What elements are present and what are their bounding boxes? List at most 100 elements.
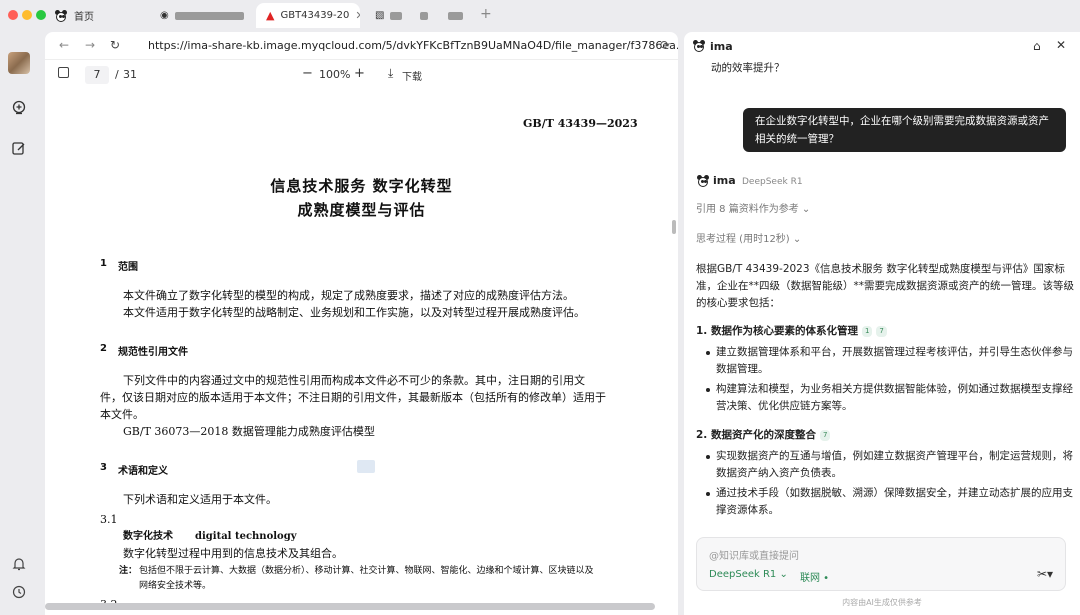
window-close-button[interactable] xyxy=(8,10,18,20)
redacted-tab-title xyxy=(447,11,464,20)
zoom-out-button[interactable]: − xyxy=(302,66,313,81)
note-label: 注： xyxy=(119,566,138,576)
body-text: 件，仅该日期对应的版本适用于本文件；不注日期的引用文件，其最新版本（包括所有的修… xyxy=(100,391,606,404)
model-select[interactable]: DeepSeek R1 ⌄ xyxy=(709,569,788,580)
panda-logo-icon xyxy=(696,175,710,187)
term-number: 3.1 xyxy=(100,513,118,526)
redacted-tab-title xyxy=(390,11,402,20)
edit-note-icon[interactable] xyxy=(9,138,29,158)
answer-heading-2: 2. 数据资产化的深度整合 7 xyxy=(696,426,831,444)
bullet-dot xyxy=(706,388,710,392)
bullet-text: 数据管理。 xyxy=(716,363,769,375)
bullet-text: 建立数据管理体系和平台，开展数据管理过程考核评估，并引导生态伙伴参与 xyxy=(716,346,1073,358)
pdf-toolbar: 7 / 31 − 100% + ⤓ 下载 xyxy=(45,60,678,90)
add-knowledge-icon[interactable] xyxy=(9,98,29,118)
download-icon[interactable]: ⤓ xyxy=(388,66,393,81)
bullet-dot xyxy=(706,492,710,496)
ai-chat-panel: ima ⌂ ✕ 动的效率提升？ 在企业数字化转型中，企业在哪个级别需要完成数据资… xyxy=(684,32,1080,615)
close-icon[interactable]: ✕ xyxy=(1056,38,1066,52)
tab-blurred-1[interactable]: ◉ xyxy=(150,3,254,28)
section-2-title: 规范性引用文件 xyxy=(118,347,188,358)
chat-header: ima ⌂ ✕ xyxy=(684,32,1080,60)
chevron-down-icon: ⌄ xyxy=(792,234,802,245)
knowledge-base-icon[interactable]: ⌂ xyxy=(1033,39,1041,53)
tab-blurred-2[interactable]: ▧ xyxy=(365,3,473,28)
history-clock-icon[interactable] xyxy=(9,582,29,602)
section-3-title: 术语和定义 xyxy=(118,466,168,477)
browser-tab-bar: 首页 ◉ ▲ GBT43439-20 ✕ ▧ + xyxy=(0,0,1080,30)
previous-message-tail: 动的效率提升？ xyxy=(711,62,785,74)
thinking-label: 思考过程 (用时12秒) xyxy=(696,234,790,245)
tab-pdf-document[interactable]: ▲ GBT43439-20 ✕ xyxy=(256,3,360,28)
page-number-input[interactable]: 7 xyxy=(85,66,109,84)
reload-icon[interactable]: ↻ xyxy=(110,38,120,52)
address-bar: ← → ↻ https://ima-share-kb.image.myqclou… xyxy=(45,32,678,60)
chevron-down-icon: ⌄ xyxy=(779,569,788,580)
section-1-number: 1 xyxy=(100,258,107,269)
network-label: 联网 xyxy=(800,573,820,584)
answer-heading-1: 1. 数据作为核心要素的体系化管理 1 7 xyxy=(696,322,887,340)
dot-icon: • xyxy=(820,573,830,584)
references-toggle[interactable]: 引用 8 篇资料作为参考 ⌄ xyxy=(696,200,810,215)
heading-text: 2. 数据资产化的深度整合 xyxy=(696,429,816,441)
tab-label: 首页 xyxy=(74,12,94,23)
horizontal-scrollbar[interactable] xyxy=(45,603,655,610)
zoom-in-button[interactable]: + xyxy=(354,66,365,81)
panda-logo-icon xyxy=(692,40,706,52)
back-arrow-icon[interactable]: ← xyxy=(59,38,69,52)
avatar[interactable] xyxy=(8,52,30,74)
redacted-tab-title xyxy=(419,11,428,20)
tab-label: GBT43439-20 xyxy=(280,10,350,21)
chat-input-box[interactable]: @知识库或直接提问 DeepSeek R1 ⌄ 联网 • ✂▾ xyxy=(696,537,1066,591)
bullet-dot xyxy=(706,455,710,459)
body-text: 本文件适用于数字化转型的战略制定、业务规划和工作实施，以及对转型过程开展成熟度评… xyxy=(123,306,585,319)
section-2-number: 2 xyxy=(100,343,107,354)
note-text: 网络安全技术等。 xyxy=(139,581,212,591)
refresh-extension-icon[interactable]: ⟳ xyxy=(660,38,670,52)
location-pin-icon: ◉ xyxy=(160,10,169,21)
heading-text: 1. 数据作为核心要素的体系化管理 xyxy=(696,325,858,337)
page-total: 31 xyxy=(123,68,137,81)
answer-text: 根据GB/T 43439-2023《信息技术服务 数字化转型成熟度模型与评估》国… xyxy=(696,263,1065,275)
body-text: 本文件。 xyxy=(100,408,144,421)
body-text: 下列文件中的内容通过文中的规范性引用而构成本文件必不可少的条款。其中，注日期的引… xyxy=(123,374,585,387)
citation-badge[interactable]: 1 xyxy=(861,325,873,337)
notification-bell-icon[interactable] xyxy=(9,554,29,574)
term-cn: 数字化技术 xyxy=(123,531,173,542)
pdf-icon: ▲ xyxy=(266,9,275,22)
citation-badge[interactable]: 7 xyxy=(876,325,887,337)
url-text[interactable]: https://ima-share-kb.image.myqcloud.com/… xyxy=(148,39,678,52)
vertical-scrollbar[interactable] xyxy=(672,220,676,234)
close-icon[interactable]: ✕ xyxy=(355,9,360,22)
watermark-icon xyxy=(357,460,375,473)
answer-text: 的核心要求包括： xyxy=(696,297,780,309)
model-select-label: DeepSeek R1 xyxy=(709,569,777,580)
page-separator: / xyxy=(115,68,119,81)
sidebar-toggle-icon[interactable] xyxy=(58,67,69,78)
tab-home[interactable]: 首页 xyxy=(44,3,144,28)
pdf-page: GB/T 43439—2023 信息技术服务 数字化转型 成熟度模型与评估 1 … xyxy=(45,90,678,615)
term-en: digital technology xyxy=(195,531,297,542)
thinking-toggle[interactable]: 思考过程 (用时12秒) ⌄ xyxy=(696,230,801,245)
reply-brand: ima xyxy=(713,174,736,187)
zoom-level[interactable]: 100% xyxy=(319,68,350,81)
section-3-number: 3 xyxy=(100,462,107,473)
bullet-text: 实现数据资产的互通与增值，例如建立数据资产管理平台，制定运营规则，将 xyxy=(716,450,1073,462)
network-toggle[interactable]: 联网 • xyxy=(800,569,829,584)
new-tab-button[interactable]: + xyxy=(480,6,492,22)
scissors-icon[interactable]: ✂▾ xyxy=(1037,567,1053,581)
forward-arrow-icon[interactable]: → xyxy=(85,38,95,52)
page-title: 信息技术服务 数字化转型 xyxy=(270,177,453,195)
bullet-dot xyxy=(706,351,710,355)
window-minimize-button[interactable] xyxy=(22,10,32,20)
user-question-text: 在企业数字化转型中，企业在哪个级别需要完成数据资源或资产相关的统一管理？ xyxy=(755,115,1049,145)
citation-badge[interactable]: 7 xyxy=(819,429,831,441)
normative-reference: GB/T 36073—2018 数据管理能力成熟度评估模型 xyxy=(123,425,375,438)
standard-code: GB/T 43439—2023 xyxy=(523,117,638,130)
chat-input-placeholder[interactable]: @知识库或直接提问 xyxy=(709,547,799,562)
download-button[interactable]: 下载 xyxy=(402,68,422,83)
answer-text: 准，企业在**四级（数据智能级）**需要完成数据资源或资产的统一管理。该等级 xyxy=(696,280,1074,292)
body-text: 本文件确立了数字化转型的模型的构成，规定了成熟度要求，描述了对应的成熟度评估方法… xyxy=(123,289,574,302)
bullet-text: 通过技术手段（如数据脱敏、溯源）保障数据安全，并建立动态扩展的应用支 xyxy=(716,487,1073,499)
chat-brand: ima xyxy=(710,40,733,53)
